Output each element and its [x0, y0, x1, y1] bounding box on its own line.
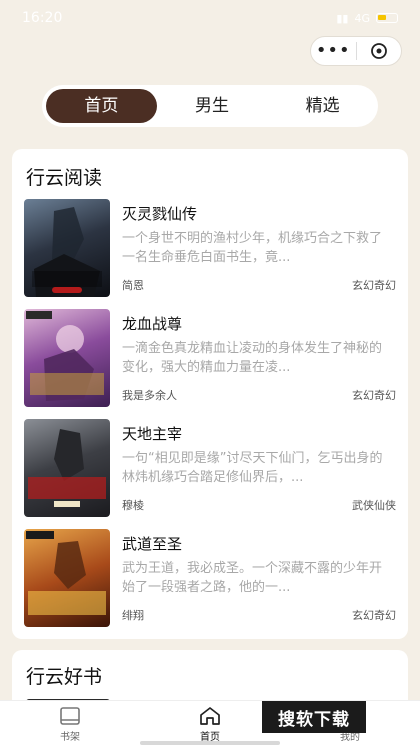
more-icon[interactable]: ••• — [311, 42, 356, 60]
book-title: 灭灵戮仙传 — [122, 205, 198, 223]
home-indicator — [140, 741, 280, 745]
miniprogram-capsule: ••• — [310, 36, 402, 66]
book-genre: 玄幻奇幻 — [352, 609, 396, 622]
section-title: 行云阅读 — [26, 167, 103, 189]
book-title: 武道至圣 — [122, 535, 183, 553]
book-icon — [60, 707, 80, 725]
book-description: 一滴金色真龙精血让凌动的身体发生了神秘的变化，强大的精血力量在凌... — [122, 341, 383, 375]
book-author: 简恩 — [122, 279, 144, 292]
battery-icon — [376, 13, 398, 23]
book-author: 我是多余人 — [122, 389, 177, 402]
book-item[interactable]: 武道至圣 武为王道，我必成圣。一个深藏不露的少年开始了一段强者之路，他的一...… — [24, 529, 396, 627]
network-label: 4G — [354, 11, 370, 25]
status-icons: ▮▮ 4G — [336, 12, 398, 25]
nav-label: 书架 — [60, 732, 80, 743]
book-genre: 武侠仙侠 — [352, 499, 396, 512]
status-time: 16:20 — [22, 10, 63, 26]
book-genre: 玄幻奇幻 — [352, 279, 396, 292]
book-description: 一个身世不明的渔村少年，机缘巧合之下救了一名生命垂危白面书生，竟... — [122, 231, 383, 265]
book-item[interactable]: 灭灵戮仙传 一个身世不明的渔村少年，机缘巧合之下救了一名生命垂危白面书生，竟..… — [24, 199, 396, 297]
book-description: 一句“相见即是缘”讨尽天下仙门，乞丐出身的林炜机缘巧合踏足修仙界后，... — [122, 451, 383, 485]
signal-icon: ▮▮ — [336, 11, 349, 25]
tab-home[interactable]: 首页 — [46, 89, 157, 123]
close-icon[interactable] — [357, 42, 402, 60]
nav-home[interactable]: 首页 — [140, 701, 280, 746]
section-title: 行云好书 — [26, 666, 103, 688]
status-bar: 16:20 ▮▮ 4G — [0, 0, 420, 36]
category-tabs: 首页 男生 精选 — [42, 85, 378, 127]
nav-bookshelf[interactable]: 书架 — [0, 701, 140, 746]
book-author: 穆棱 — [122, 499, 144, 512]
book-cover[interactable] — [24, 419, 110, 517]
book-genre: 玄幻奇幻 — [352, 389, 396, 402]
book-author: 绯翔 — [122, 609, 144, 622]
book-item[interactable]: 龙血战尊 一滴金色真龙精血让凌动的身体发生了神秘的变化，强大的精血力量在凌...… — [24, 309, 396, 407]
tab-featured[interactable]: 精选 — [267, 89, 378, 123]
book-cover[interactable] — [24, 529, 110, 627]
watermark-logo: 搜软下载 — [262, 701, 366, 733]
book-title: 天地主宰 — [122, 425, 183, 443]
book-title: 龙血战尊 — [122, 315, 183, 333]
tab-male[interactable]: 男生 — [157, 89, 268, 123]
section-card: 行云阅读 灭灵戮仙传 一个身世不明的渔村少年，机缘巧合之下救了一名生命垂危白面书… — [12, 149, 408, 639]
book-description: 武为王道，我必成圣。一个深藏不露的少年开始了一段强者之路，他的一... — [122, 561, 383, 595]
book-cover[interactable] — [24, 199, 110, 297]
home-icon — [200, 707, 220, 725]
book-cover[interactable] — [24, 309, 110, 407]
book-item[interactable]: 天地主宰 一句“相见即是缘”讨尽天下仙门，乞丐出身的林炜机缘巧合踏足修仙界后，.… — [24, 419, 396, 517]
